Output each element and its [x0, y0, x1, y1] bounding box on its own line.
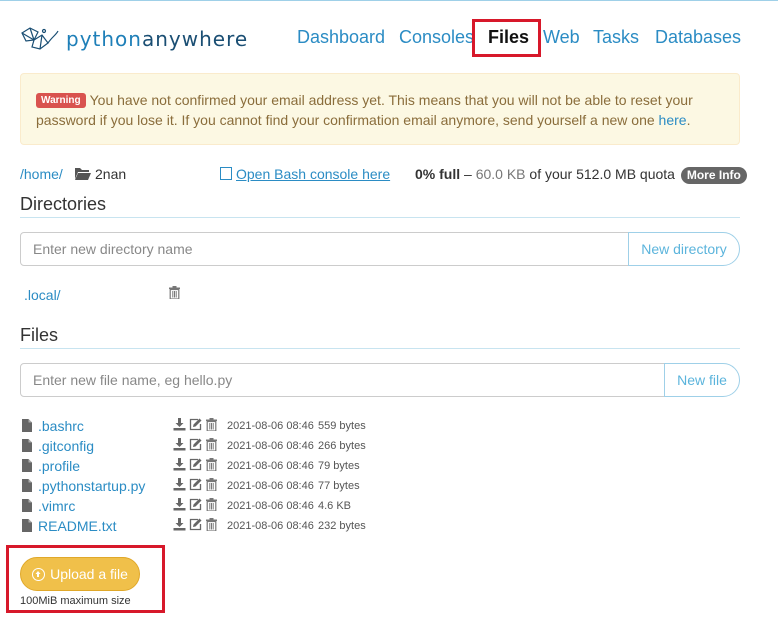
edit-icon[interactable]	[189, 438, 202, 453]
file-size: 79 bytes	[318, 460, 360, 472]
upload-size-note: 100MiB maximum size	[20, 595, 131, 607]
file-modified-date: 2021-08-06 08:46	[227, 480, 314, 492]
quota-separator: –	[460, 166, 476, 182]
file-actions	[173, 458, 223, 473]
file-row: .pythonstartup.py 2021-08-06 08:46 77 byte…	[20, 476, 520, 496]
file-link[interactable]: .vimrc	[38, 498, 75, 514]
directory-row: .local/	[24, 286, 424, 306]
quota-total: of your 512.0 MB quota	[525, 166, 675, 182]
file-modified-date: 2021-08-06 08:46	[227, 420, 314, 432]
new-directory-input[interactable]	[20, 232, 629, 266]
edit-icon[interactable]	[189, 518, 202, 533]
warning-end: .	[686, 112, 691, 128]
file-link[interactable]: .bashrc	[38, 418, 84, 434]
file-icon	[22, 439, 32, 452]
console-icon	[220, 167, 232, 180]
upload-file-button[interactable]: Upload a file	[20, 557, 140, 591]
file-row: .profile 2021-08-06 08:46 79 bytes	[20, 456, 520, 476]
folder-open-icon	[75, 168, 91, 180]
file-actions	[173, 438, 223, 453]
file-icon	[22, 499, 32, 512]
file-icon	[22, 419, 32, 432]
warning-badge: Warning	[36, 93, 86, 108]
quota-percent: 0% full	[415, 166, 461, 182]
delete-directory-icon[interactable]	[169, 286, 180, 300]
file-size: 266 bytes	[318, 440, 366, 452]
file-modified-date: 2021-08-06 08:46	[227, 520, 314, 532]
warning-message: You have not confirmed your email addres…	[36, 92, 693, 128]
email-warning-alert: Warning You have not confirmed your email…	[20, 73, 740, 145]
file-size: 232 bytes	[318, 520, 366, 532]
file-row: .gitconfig 2021-08-06 08:46 266 bytes	[20, 436, 520, 456]
file-size: 4.6 KB	[318, 500, 352, 512]
current-directory: 2nan	[95, 166, 127, 182]
delete-file-icon[interactable]	[205, 518, 218, 533]
divider	[20, 348, 740, 349]
file-actions	[173, 498, 223, 513]
nav-consoles[interactable]: Consoles	[399, 25, 474, 49]
file-row: .bashrc 2021-08-06 08:46 559 bytes	[20, 416, 520, 436]
new-directory-button[interactable]: New directory	[628, 232, 740, 266]
edit-icon[interactable]	[189, 478, 202, 493]
download-icon[interactable]	[173, 478, 186, 493]
file-link[interactable]: .gitconfig	[38, 438, 94, 454]
delete-file-icon[interactable]	[205, 458, 218, 473]
file-link[interactable]: README.txt	[38, 518, 117, 534]
edit-icon[interactable]	[189, 498, 202, 513]
file-modified-date: 2021-08-06 08:46	[227, 500, 314, 512]
download-icon[interactable]	[173, 518, 186, 533]
file-actions	[173, 478, 223, 493]
download-icon[interactable]	[173, 438, 186, 453]
delete-file-icon[interactable]	[205, 478, 218, 493]
quota-used: 60.0 KB	[475, 166, 526, 182]
file-modified-date: 2021-08-06 08:46	[227, 460, 314, 472]
file-modified-date: 2021-08-06 08:46	[227, 440, 314, 452]
file-link[interactable]: .pythonstartup.py	[38, 478, 145, 494]
file-list: .bashrc 2021-08-06 08:46 559 bytes .gitconf…	[20, 416, 520, 536]
directory-link[interactable]: .local/	[24, 287, 61, 303]
file-size: 559 bytes	[318, 420, 366, 432]
file-icon	[22, 459, 32, 472]
new-file-button[interactable]: New file	[664, 363, 740, 397]
delete-file-icon[interactable]	[205, 498, 218, 513]
download-icon[interactable]	[173, 418, 186, 433]
nav-databases[interactable]: Databases	[655, 25, 741, 49]
nav-tasks[interactable]: Tasks	[593, 25, 639, 49]
file-row: README.txt 2021-08-06 08:46 232 bytes	[20, 516, 520, 536]
directories-heading: Directories	[20, 194, 107, 214]
file-actions	[173, 518, 223, 533]
file-size: 77 bytes	[318, 480, 360, 492]
open-bash-console-label: Open Bash console here	[236, 166, 391, 182]
edit-icon[interactable]	[189, 458, 202, 473]
more-info-button[interactable]: More Info	[680, 167, 747, 184]
new-file-form: New file	[20, 363, 740, 397]
divider	[20, 217, 740, 218]
file-icon	[22, 519, 32, 532]
new-directory-form: New directory	[20, 232, 740, 266]
open-bash-console-link[interactable]: Open Bash console here	[220, 166, 390, 182]
file-icon	[22, 479, 32, 492]
upload-file-label: Upload a file	[50, 566, 128, 582]
download-icon[interactable]	[173, 458, 186, 473]
main-nav: Dashboard Consoles Files Web Tasks Datab…	[0, 25, 778, 55]
nav-web[interactable]: Web	[543, 25, 580, 49]
file-row: .vimrc 2021-08-06 08:46 4.6 KB	[20, 496, 520, 516]
upload-circle-icon	[32, 567, 46, 581]
files-heading: Files	[20, 325, 59, 345]
delete-file-icon[interactable]	[205, 438, 218, 453]
new-file-input[interactable]	[20, 363, 665, 397]
edit-icon[interactable]	[189, 418, 202, 433]
quota-info: 0% full – 60.0 KB of your 512.0 MB quota…	[415, 166, 747, 184]
file-actions	[173, 418, 223, 433]
breadcrumb-home[interactable]: /home/	[20, 166, 63, 182]
delete-file-icon[interactable]	[205, 418, 218, 433]
path-bar: /home/ 2nan Open Bash console here 0% fu…	[20, 164, 760, 186]
nav-dashboard[interactable]: Dashboard	[297, 25, 385, 49]
file-link[interactable]: .profile	[38, 458, 80, 474]
top-border	[0, 0, 778, 1]
download-icon[interactable]	[173, 498, 186, 513]
resend-confirmation-link[interactable]: here	[659, 112, 687, 128]
files-nav-highlight-box	[472, 19, 541, 57]
